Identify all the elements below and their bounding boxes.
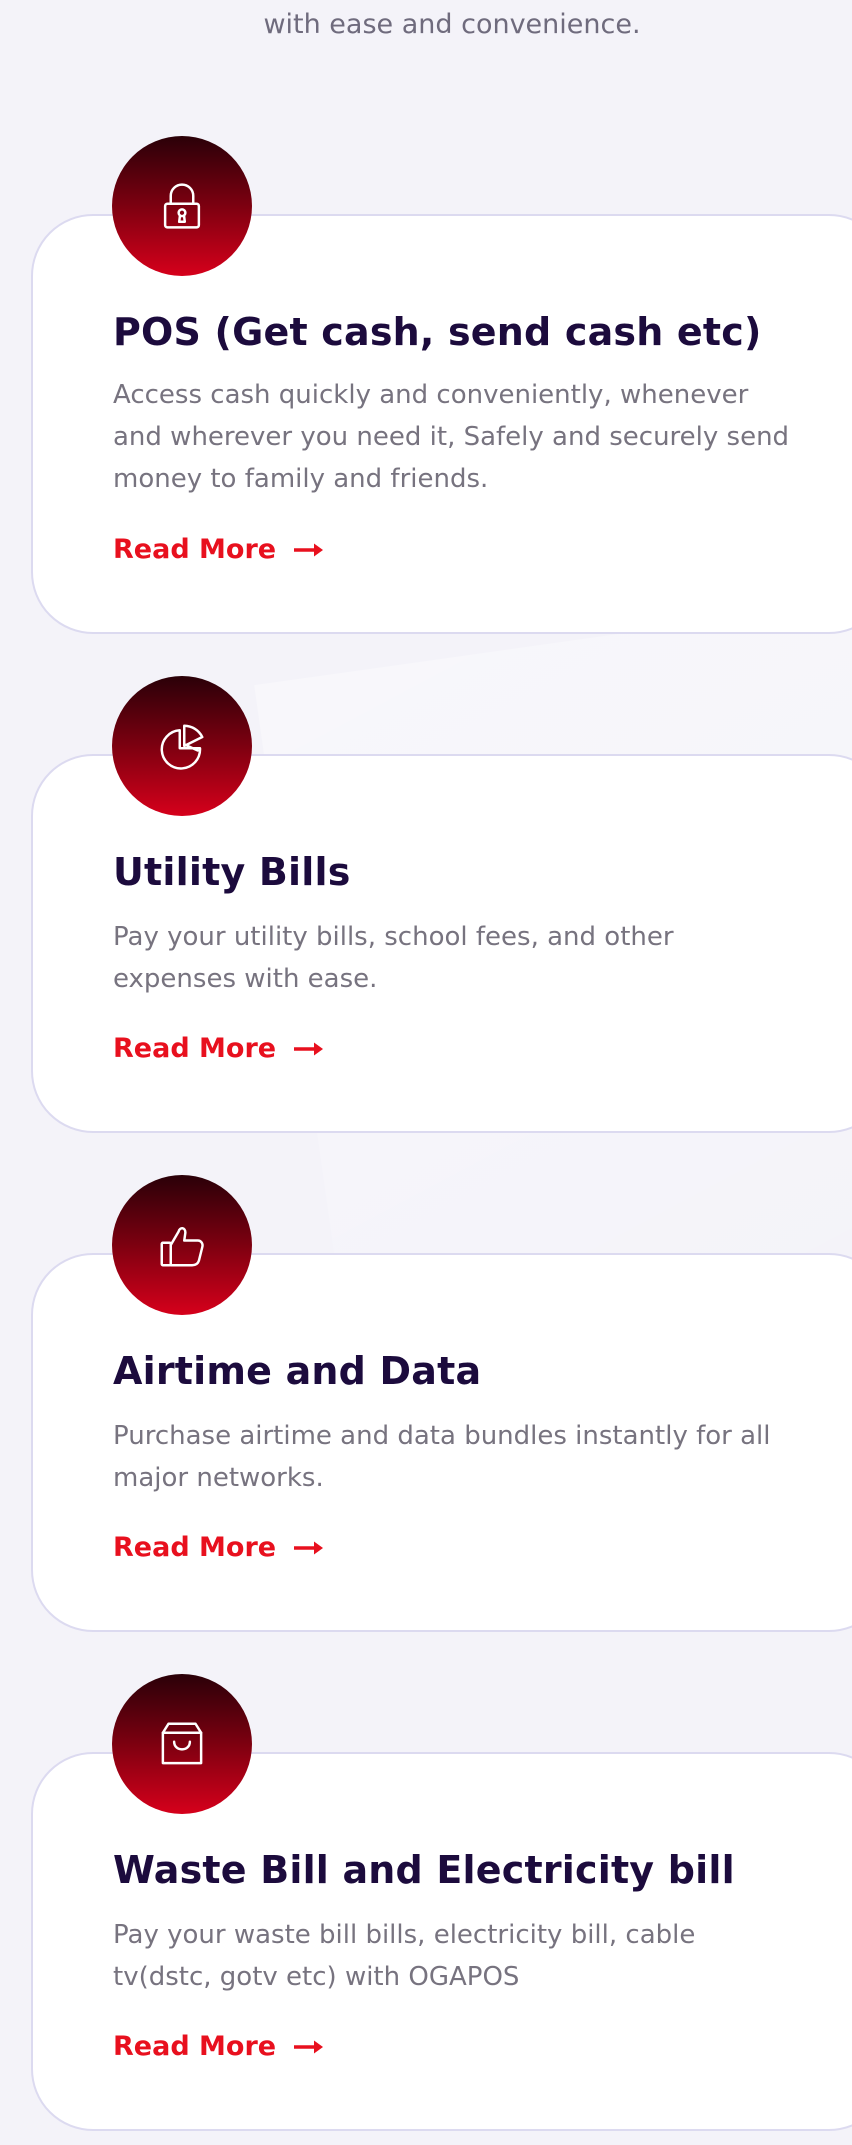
service-icon-badge <box>112 136 252 276</box>
read-more-link[interactable]: Read More <box>113 2031 324 2062</box>
service-icon-badge <box>112 1175 252 1315</box>
read-more-label: Read More <box>113 2031 277 2062</box>
service-title: POS (Get cash, send cash etc) <box>113 310 762 354</box>
thumbs-up-icon <box>160 1227 204 1267</box>
read-more-label: Read More <box>113 534 277 565</box>
service-description: Access cash quickly and conveniently, wh… <box>113 380 790 494</box>
service-title: Airtime and Data <box>113 1349 482 1393</box>
service-description: Purchase airtime and data bundles instan… <box>113 1421 771 1493</box>
read-more-link[interactable]: Read More <box>113 1033 324 1064</box>
service-description: Pay your waste bill bills, electricity b… <box>113 1920 696 1992</box>
lock-icon <box>163 183 201 229</box>
service-title: Utility Bills <box>113 850 351 894</box>
pie-chart-icon <box>160 724 204 770</box>
service-description: Pay your utility bills, school fees, and… <box>113 922 674 994</box>
read-more-link[interactable]: Read More <box>113 1532 324 1563</box>
arrow-right-icon <box>294 543 324 556</box>
service-title: Waste Bill and Electricity bill <box>113 1848 735 1892</box>
read-more-link[interactable]: Read More <box>113 534 324 565</box>
read-more-label: Read More <box>113 1532 277 1563</box>
arrow-right-icon <box>294 2040 324 2053</box>
read-more-label: Read More <box>113 1033 277 1064</box>
intro-text: with ease and convenience. <box>263 9 641 40</box>
arrow-right-icon <box>294 1541 324 1554</box>
arrow-right-icon <box>294 1042 324 1055</box>
service-icon-badge <box>112 676 252 816</box>
service-icon-badge <box>112 1674 252 1814</box>
shopping-bag-icon <box>161 1722 203 1765</box>
